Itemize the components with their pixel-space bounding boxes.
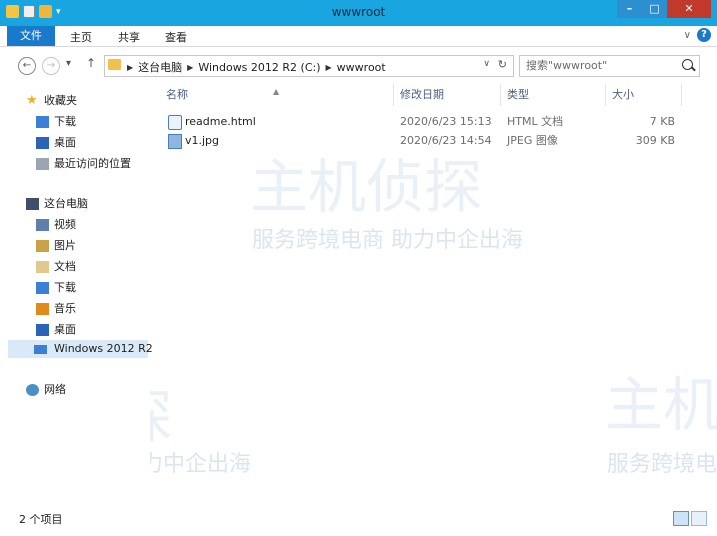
sidebar-item-label: 视频	[54, 218, 76, 231]
star-icon: ★	[26, 93, 38, 108]
recent-locations-icon[interactable]: ▾	[66, 58, 71, 69]
refresh-icon[interactable]: ↻	[498, 58, 507, 71]
watermark-brand-right: 主机侦探	[605, 371, 717, 439]
maximize-button[interactable]: □	[642, 0, 667, 18]
drive-icon	[34, 345, 47, 354]
ribbon-controls: ∨ ?	[684, 28, 711, 42]
breadcrumb: ▶ 这台电脑 ▶ Windows 2012 R2 (C:) ▶ wwwroot	[127, 59, 386, 75]
column-date[interactable]: 修改日期	[394, 84, 501, 106]
watermark-brand-center: 主机侦探	[250, 153, 483, 221]
column-size[interactable]: 大小	[606, 84, 682, 106]
sort-ascending-icon: ▲	[273, 87, 280, 96]
sidebar-item-videos[interactable]: 视频	[0, 216, 150, 234]
sidebar-item-this-pc[interactable]: 这台电脑	[0, 195, 150, 213]
sidebar-item-pictures[interactable]: 图片	[0, 237, 150, 255]
file-row[interactable]: readme.html 2020/6/23 15:13 HTML 文档 7 KB	[160, 113, 682, 131]
search-box[interactable]	[519, 55, 700, 77]
tab-view[interactable]: 查看	[165, 29, 187, 45]
sidebar-item-label: 最近访问的位置	[54, 157, 131, 170]
window-controls: – □ ✕	[617, 0, 711, 18]
minimize-button[interactable]: –	[617, 0, 642, 18]
sidebar-item-downloads[interactable]: 下载	[0, 113, 150, 131]
search-input[interactable]	[526, 58, 666, 72]
file-size: 309 KB	[635, 134, 675, 147]
navigation-bar: ← → ▾ ↑ ▶ 这台电脑 ▶ Windows 2012 R2 (C:) ▶ …	[0, 47, 717, 81]
sidebar-item-label: 收藏夹	[44, 94, 77, 107]
title-bar: ▾ wwwroot – □ ✕	[0, 0, 717, 26]
sidebar-item-label: 文档	[54, 260, 76, 273]
sidebar-item-documents[interactable]: 文档	[0, 258, 150, 276]
downloads-icon	[36, 282, 49, 294]
documents-icon	[36, 261, 49, 273]
pictures-icon	[36, 240, 49, 252]
sidebar-item-drive[interactable]: Windows 2012 R2	[8, 340, 153, 358]
html-file-icon	[168, 115, 182, 130]
sidebar-item-desktop-pc[interactable]: 桌面	[0, 321, 150, 339]
ribbon: 文件 主页 共享 查看 ∨ ?	[0, 26, 717, 47]
search-icon[interactable]	[682, 59, 693, 70]
sidebar-item-network[interactable]: 网络	[0, 381, 150, 399]
file-name: v1.jpg	[185, 134, 220, 147]
item-count: 2 个项目	[19, 513, 63, 526]
file-size: 7 KB	[649, 115, 675, 128]
sidebar-item-label: 桌面	[54, 323, 76, 336]
close-button[interactable]: ✕	[667, 0, 711, 18]
breadcrumb-wwwroot[interactable]: wwwroot	[337, 61, 386, 74]
watermark-slogan-center: 服务跨境电商 助力中企出海	[252, 228, 523, 253]
downloads-icon	[36, 116, 49, 128]
file-row[interactable]: v1.jpg 2020/6/23 14:54 JPEG 图像 309 KB	[160, 132, 682, 150]
file-type: JPEG 图像	[507, 134, 558, 147]
folder-icon	[108, 59, 121, 70]
address-bar[interactable]: ▶ 这台电脑 ▶ Windows 2012 R2 (C:) ▶ wwwroot …	[104, 55, 514, 77]
sidebar-item-recent-places[interactable]: 最近访问的位置	[0, 155, 150, 173]
desktop-icon	[36, 137, 49, 149]
file-name: readme.html	[185, 115, 256, 128]
sidebar-item-label: 图片	[54, 239, 76, 252]
tab-file[interactable]: 文件	[7, 26, 55, 46]
column-name-label: 名称	[166, 88, 188, 101]
videos-icon	[36, 219, 49, 231]
breadcrumb-this-pc[interactable]: 这台电脑	[138, 59, 182, 75]
sidebar-item-label: 下载	[54, 281, 76, 294]
help-icon[interactable]: ?	[697, 28, 711, 42]
image-file-icon	[168, 134, 182, 149]
tab-share[interactable]: 共享	[118, 29, 140, 45]
desktop-icon	[36, 324, 49, 336]
music-icon	[36, 303, 49, 315]
sidebar-item-downloads-pc[interactable]: 下载	[0, 279, 150, 297]
expand-ribbon-icon[interactable]: ∨	[684, 30, 691, 41]
large-icons-view-icon[interactable]	[691, 511, 707, 526]
tab-home[interactable]: 主页	[70, 29, 92, 45]
window-title: wwwroot	[331, 5, 386, 19]
sidebar-item-label: 这台电脑	[44, 197, 88, 210]
sidebar-item-label: 音乐	[54, 302, 76, 315]
column-header: 名称 ▲ 修改日期 类型 大小	[160, 84, 682, 106]
sidebar-item-label: 网络	[44, 383, 66, 396]
sidebar-item-desktop[interactable]: 桌面	[0, 134, 150, 152]
navigation-pane: ★ 收藏夹 下载 桌面 最近访问的位置 这台电脑 视频 图片 文档 下载 音乐 …	[0, 82, 153, 502]
column-name[interactable]: 名称 ▲	[160, 84, 394, 106]
network-icon	[26, 384, 39, 396]
column-type[interactable]: 类型	[501, 84, 606, 106]
view-switcher	[673, 511, 707, 526]
file-date: 2020/6/23 15:13	[400, 115, 492, 128]
up-button[interactable]: ↑	[86, 56, 96, 70]
watermark-slogan-right: 服务跨境电商 助力中企出海	[607, 452, 717, 477]
computer-icon	[26, 198, 39, 210]
forward-button[interactable]: →	[42, 57, 60, 75]
breadcrumb-drive[interactable]: Windows 2012 R2 (C:)	[198, 61, 320, 74]
details-view-icon[interactable]	[673, 511, 689, 526]
back-button[interactable]: ←	[18, 57, 36, 75]
status-bar: 2 个项目	[0, 503, 717, 536]
recent-places-icon	[36, 158, 49, 170]
sidebar-item-label: 桌面	[54, 136, 76, 149]
sidebar-item-music[interactable]: 音乐	[0, 300, 150, 318]
sidebar-item-label: Windows 2012 R2	[54, 342, 153, 355]
file-date: 2020/6/23 14:54	[400, 134, 492, 147]
file-type: HTML 文档	[507, 115, 564, 128]
address-dropdown-icon[interactable]: ∨	[483, 59, 490, 69]
sidebar-item-label: 下载	[54, 115, 76, 128]
sidebar-item-favorites[interactable]: ★ 收藏夹	[0, 92, 150, 110]
